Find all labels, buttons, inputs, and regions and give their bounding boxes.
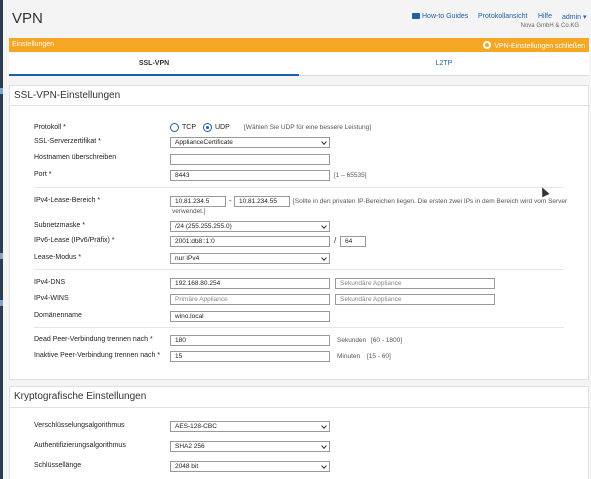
lease-hint-line1: [Sollte in den privaten IP-Bereichen lie… [293,198,568,205]
close-settings-button[interactable]: VPN-Einstellungen schließen [483,41,585,50]
video-icon [412,13,420,19]
tab-ssl-vpn[interactable]: SSL-VPN [9,52,299,76]
dns-primary-input[interactable]: 192.168.80.254 [170,278,330,289]
tab-bar: SSL-VPN L2TP [9,52,589,76]
company-name: Nova GmbH & Co.KG [520,23,579,29]
idle-peer-range: [15 - 60] [367,353,391,360]
settings-banner: Einstellungen VPN-Einstellungen schließe… [9,38,589,52]
page-header: VPN How-to Guides Protokollansicht Hilfe… [3,0,591,38]
lease-to-input[interactable]: 10.81.234.55 [234,196,290,207]
domain-input[interactable]: wino.local [170,311,330,322]
left-nav-strip [0,0,3,479]
dead-peer-input[interactable]: 180 [170,335,330,346]
chevron-down-icon [321,223,327,229]
domain-label: Domänenname [34,312,82,319]
key-length-label: Schlüssellänge [34,462,82,469]
tab-l2tp[interactable]: L2TP [299,52,589,76]
page-title: VPN [12,10,43,27]
wins-label: IPv4-WINS [34,295,69,302]
gear-icon [483,41,492,49]
range-dash: - [229,196,232,205]
key-length-select[interactable]: 2048 bit [170,461,330,472]
divider [34,327,564,328]
port-hint: [1 – 65535] [334,172,367,179]
dead-peer-unit: Sekunden [337,337,367,344]
lease-mode-value: nur IPv4 [175,255,200,262]
section-title: Kryptografische Einstellungen [14,391,147,402]
subnet-select[interactable]: /24 (255.255.255.0) [170,221,330,232]
protocol-label: Protokoll * [34,124,66,131]
help-link[interactable]: Hilfe [538,13,552,20]
nav-marker [0,300,3,306]
chevron-down-icon [321,463,327,469]
lease-range-label: IPv4-Lease-Bereich * [34,197,101,204]
port-input[interactable]: 8443 [170,170,330,181]
crypto-panel: Kryptografische Einstellungen Verschlüss… [9,386,590,479]
encryption-label: Verschlüsselungsalgorithmus [34,422,125,429]
admin-menu[interactable]: admin ▾ [562,13,587,21]
hostname-label: Hostnamen überschreiben [34,154,117,161]
lease-mode-select[interactable]: nur IPv4 [170,253,330,264]
divider [34,187,564,188]
section-divider [10,407,590,408]
encryption-select[interactable]: AES-128-CBC [170,421,330,432]
certificate-label: SSL-Serverzertifikat * [34,138,101,145]
protocol-udp-radio[interactable] [203,123,212,132]
section-title: SSL-VPN-Einstellungen [14,90,121,101]
auth-label: Authentifizierungsalgorithmus [34,442,126,449]
idle-peer-input[interactable]: 15 [170,351,330,362]
chevron-down-icon [321,423,327,429]
nav-marker [0,253,3,259]
encryption-value: AES-128-CBC [175,423,217,430]
ipv6-lease-input[interactable]: 2001:db8::1:0 [170,236,330,247]
hostname-input[interactable] [170,154,330,165]
dns-label: IPv4-DNS [34,279,66,286]
certificate-value: ApplianceCertificate [175,139,233,146]
nav-marker [0,88,3,94]
ipv6-lease-label: IPv6-Lease (IPv6/Präfix) * [34,237,115,244]
subnet-value: /24 (255.255.255.0) [175,223,232,230]
idle-peer-unit: Minuten [337,353,361,360]
dead-peer-label: Dead Peer-Verbindung trennen nach * [34,336,153,343]
divider [34,269,564,270]
lease-mode-label: Lease-Modus * [34,254,82,261]
wins-secondary-input[interactable]: Sekundäre Appliance [335,294,495,305]
banner-title: Einstellungen [12,41,55,48]
wins-primary-input[interactable]: Primäre Appliance [170,294,330,305]
certificate-select[interactable]: ApplianceCertificate [170,137,330,148]
ssl-vpn-panel: SSL-VPN-Einstellungen Protokoll * TCP UD… [9,85,590,380]
tcp-label: TCP [182,124,196,131]
chevron-down-icon [321,443,327,449]
protocol-tcp-radio[interactable] [170,123,179,132]
udp-label: UDP [215,124,230,131]
close-settings-label: VPN-Einstellungen schließen [494,43,585,50]
protocol-hint: [Wählen Sie UDP für eine bessere Leistun… [244,124,372,131]
key-length-value: 2048 bit [175,463,199,470]
dns-secondary-input[interactable]: Sekundäre Appliance [335,278,495,289]
auth-value: SHA2 256 [175,443,205,450]
idle-peer-label: Inaktive Peer-Verbindung trennen nach * [34,352,161,359]
auth-select[interactable]: SHA2 256 [170,441,330,452]
ipv6-prefix-input[interactable]: 64 [340,236,366,247]
lease-hint-line2: verwendet.] [172,208,206,215]
log-view-link[interactable]: Protokollansicht [478,13,527,20]
port-label: Port * [34,171,52,178]
prefix-slash: / [334,236,337,245]
section-divider [10,105,590,106]
chevron-down-icon [321,139,327,145]
chevron-down-icon [321,255,327,261]
subnet-label: Subnetzmaske * [34,222,85,229]
lease-from-input[interactable]: 10.81.234.5 [170,196,226,207]
dead-peer-range: [60 - 1800] [371,337,403,344]
howto-guides-link[interactable]: How-to Guides [422,13,468,20]
